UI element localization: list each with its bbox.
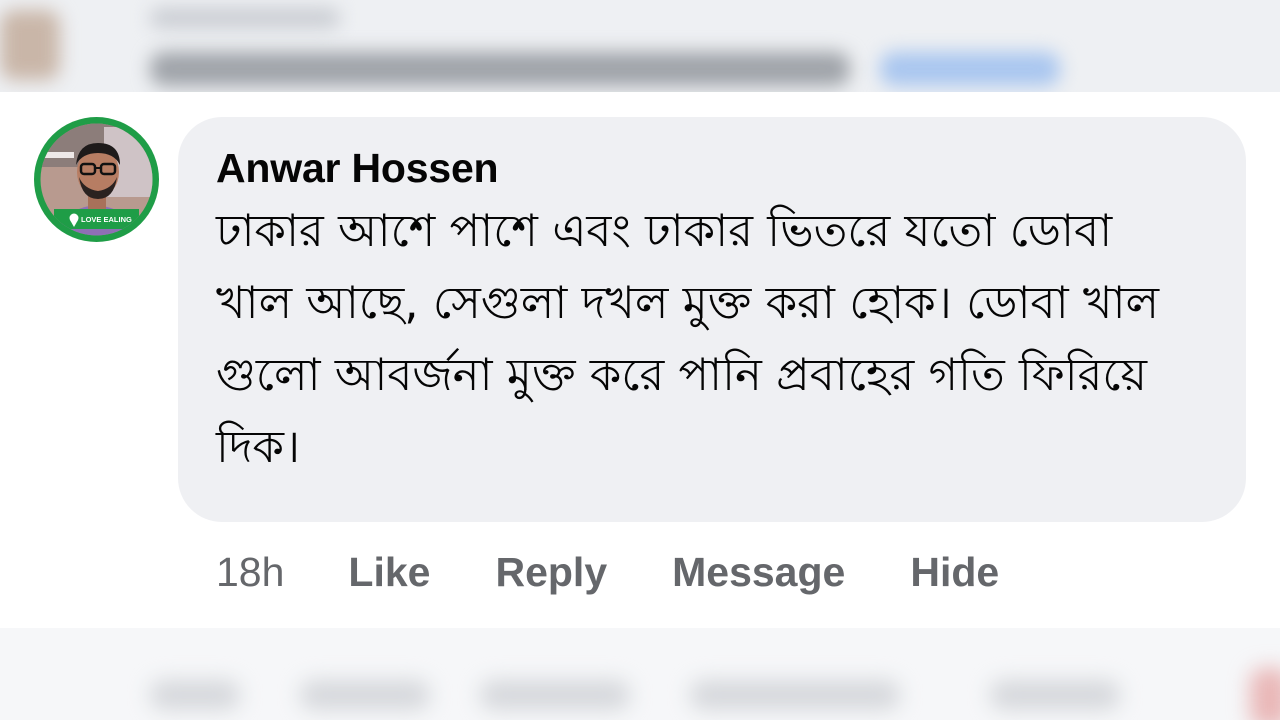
reply-button[interactable]: Reply bbox=[495, 549, 607, 596]
message-button[interactable]: Message bbox=[672, 549, 845, 596]
comment-bubble: Anwar Hossen ঢাকার আশে পাশে এবং ঢাকার ভি… bbox=[178, 117, 1246, 522]
next-comment-blurred bbox=[0, 628, 1280, 720]
blurred-text bbox=[150, 680, 240, 710]
avatar[interactable]: LOVE EALING bbox=[34, 117, 159, 242]
blurred-avatar bbox=[0, 10, 60, 80]
hide-button[interactable]: Hide bbox=[910, 549, 999, 596]
blurred-text bbox=[480, 680, 630, 710]
blurred-text bbox=[990, 680, 1120, 710]
blurred-link bbox=[880, 52, 1060, 86]
comment-timestamp[interactable]: 18h bbox=[216, 549, 284, 596]
comment-actions: 18h Like Reply Message Hide bbox=[216, 546, 999, 598]
blurred-avatar bbox=[1250, 668, 1280, 720]
blurred-text bbox=[150, 52, 850, 86]
profile-photo: LOVE EALING bbox=[40, 123, 153, 236]
like-button[interactable]: Like bbox=[348, 549, 430, 596]
previous-comment-blurred bbox=[0, 0, 1280, 92]
comment-text: ঢাকার আশে পাশে এবং ঢাকার ভিতরে যতো ডোবা … bbox=[216, 204, 1160, 473]
avatar-badge-label: LOVE EALING bbox=[81, 215, 132, 224]
blurred-text bbox=[300, 680, 430, 710]
comment-author[interactable]: Anwar Hossen bbox=[216, 143, 1206, 193]
blurred-text bbox=[150, 8, 340, 28]
blurred-text bbox=[690, 680, 900, 710]
